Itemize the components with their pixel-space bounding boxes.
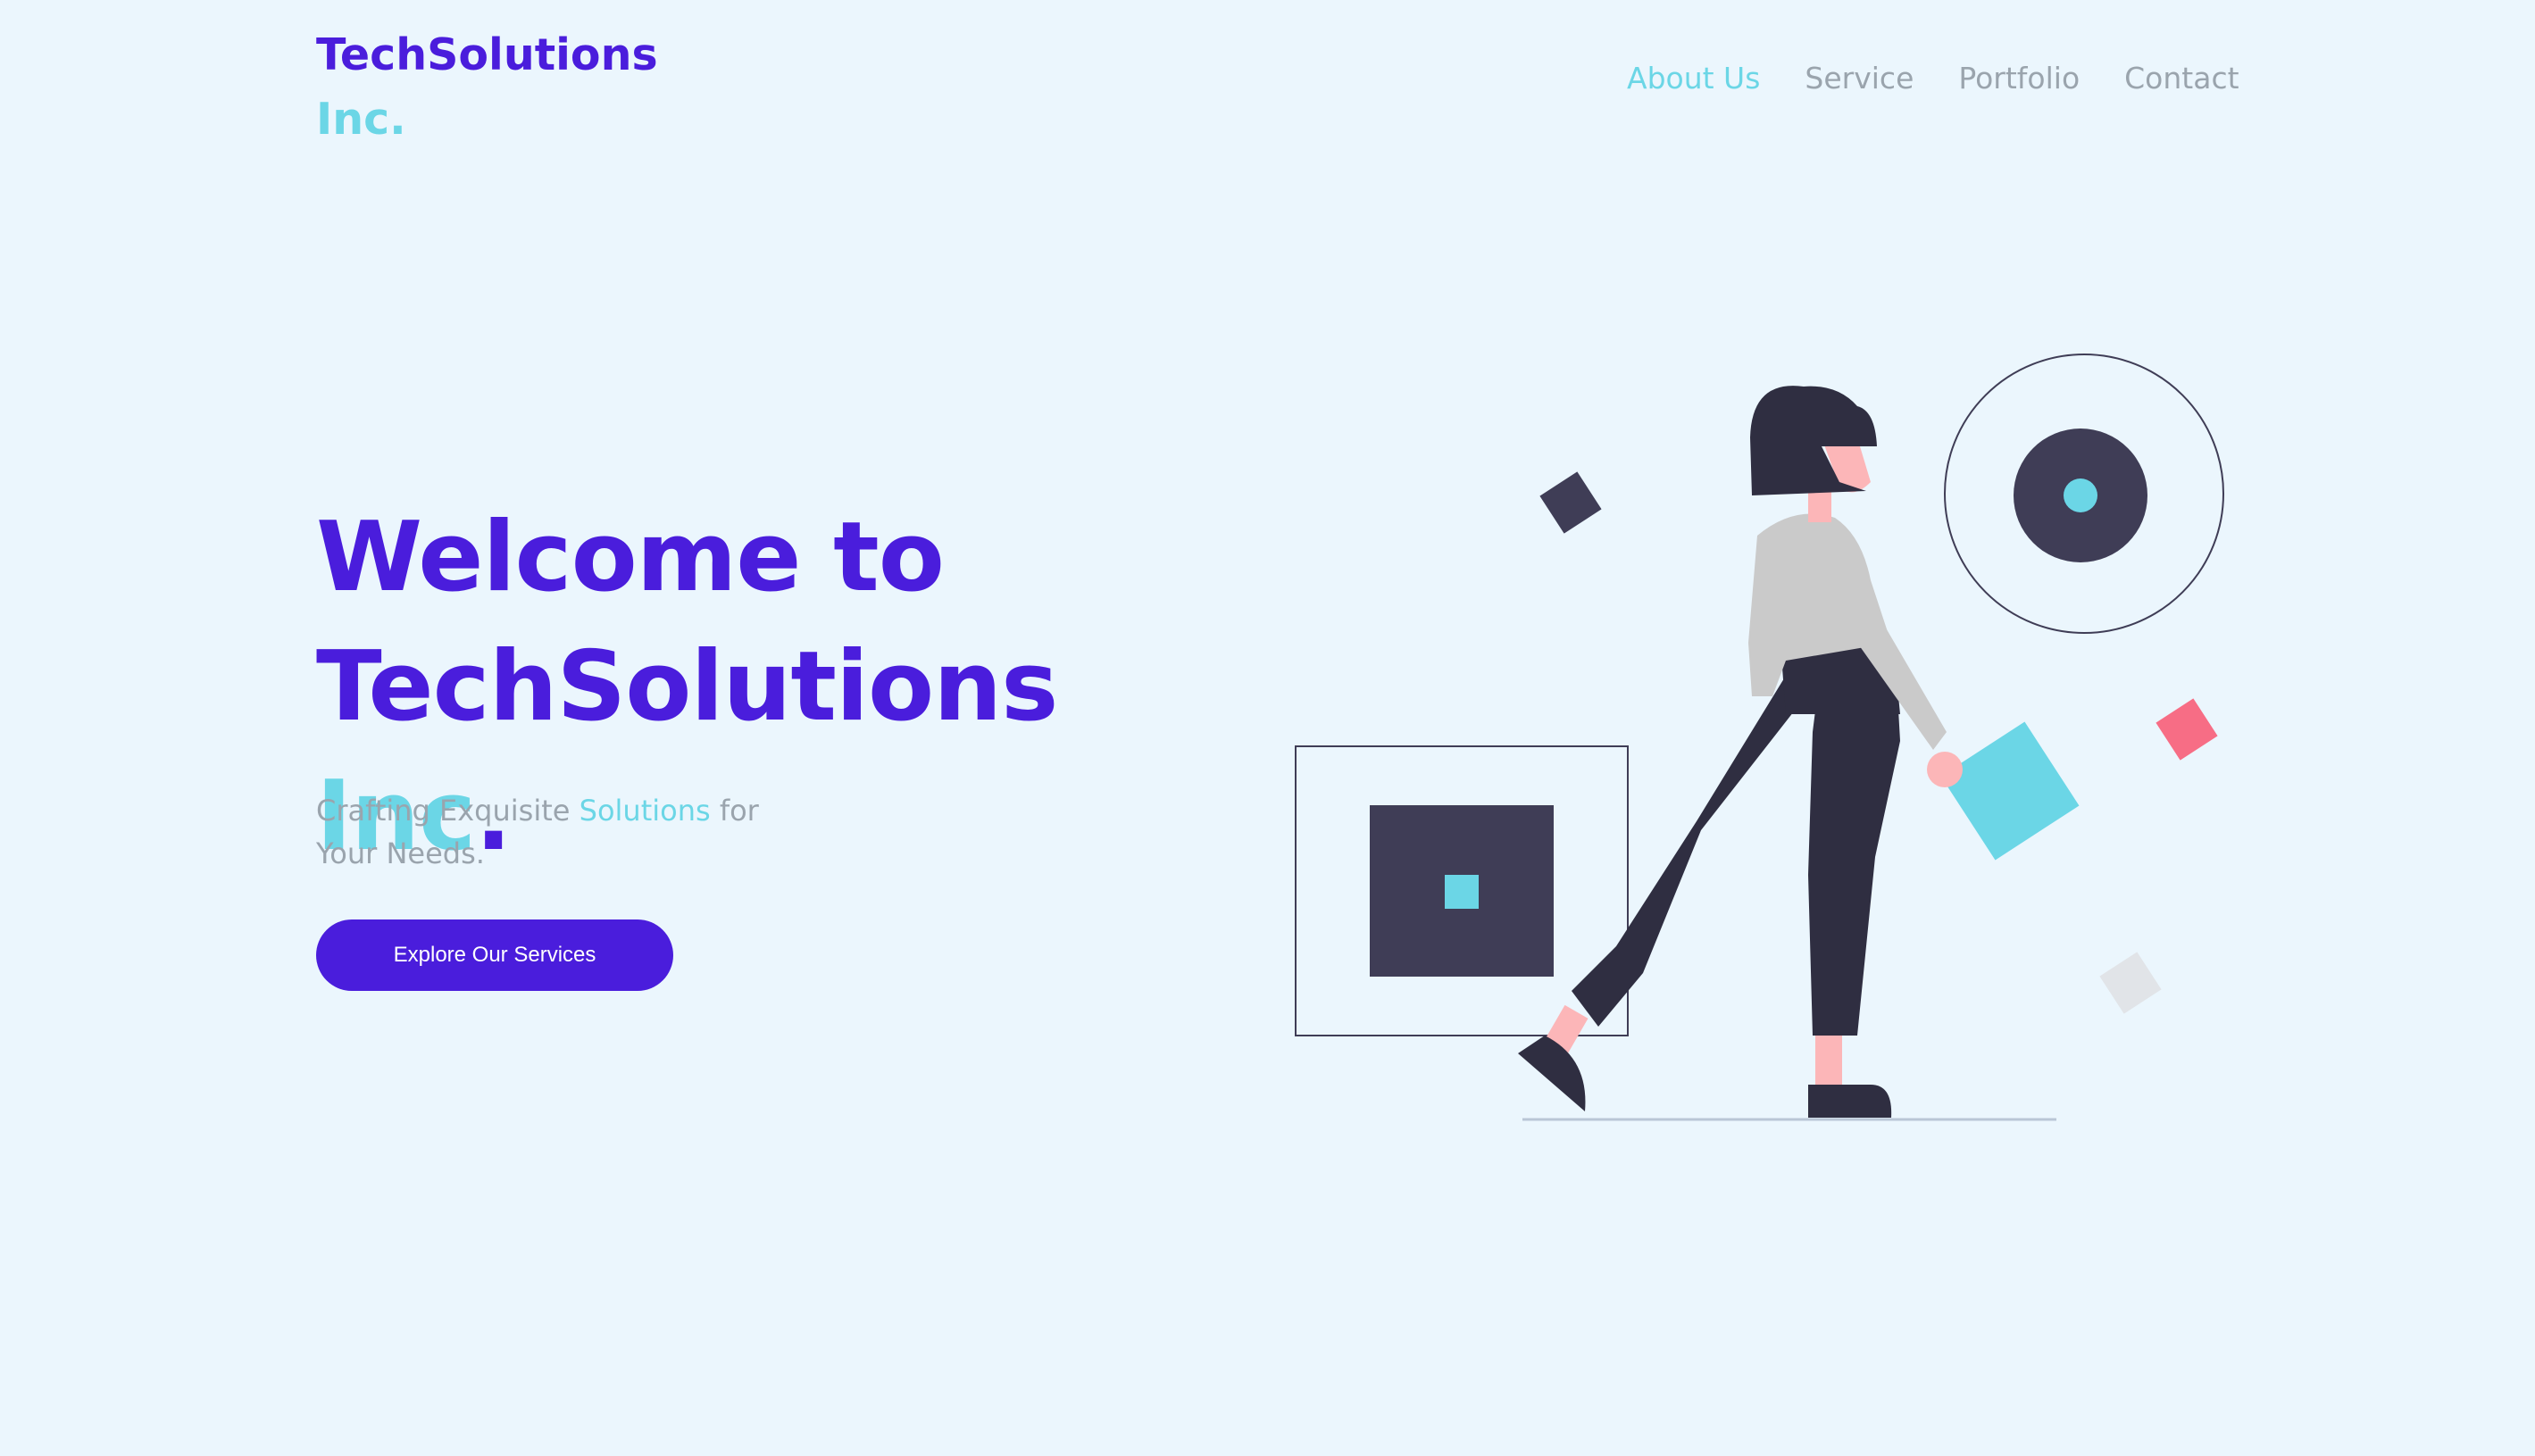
nav-about-us[interactable]: About Us <box>1627 61 1760 96</box>
brand-suffix: Inc. <box>316 94 406 145</box>
cyan-dot <box>2064 478 2097 512</box>
dark-diamond <box>1539 471 1602 534</box>
landing-page: TechSolutions Inc. About Us Service Port… <box>0 0 2535 1456</box>
brand-logo[interactable]: TechSolutions Inc. <box>316 23 691 152</box>
nav-contact[interactable]: Contact <box>2124 61 2239 96</box>
front-ankle <box>1815 1036 1842 1089</box>
brand-name: TechSolutions <box>316 29 658 80</box>
subtitle-before: Crafting Exquisite <box>316 794 580 828</box>
subtitle-accent: Solutions <box>579 794 711 828</box>
main-nav: About Us Service Portfolio Contact <box>1627 61 2239 96</box>
hero-subtitle: Crafting Exquisite Solutions for Your Ne… <box>316 789 763 875</box>
nav-service[interactable]: Service <box>1805 61 1914 96</box>
small-cyan-square <box>1445 875 1479 909</box>
cyan-held-square <box>1940 721 2080 861</box>
back-leg <box>1572 678 1813 1027</box>
front-shoe <box>1808 1085 1892 1118</box>
back-shoe <box>1518 1036 1586 1111</box>
pink-diamond <box>2156 698 2218 761</box>
nav-portfolio[interactable]: Portfolio <box>1958 61 2080 96</box>
explore-services-button[interactable]: Explore Our Services <box>316 919 673 991</box>
hero-title-brand: TechSolutions <box>316 631 1058 743</box>
gray-diamond <box>2099 952 2162 1014</box>
woman-walking-illustration <box>1295 354 2224 1121</box>
hero-title-line1: Welcome to <box>316 502 945 613</box>
hand <box>1927 752 1963 787</box>
